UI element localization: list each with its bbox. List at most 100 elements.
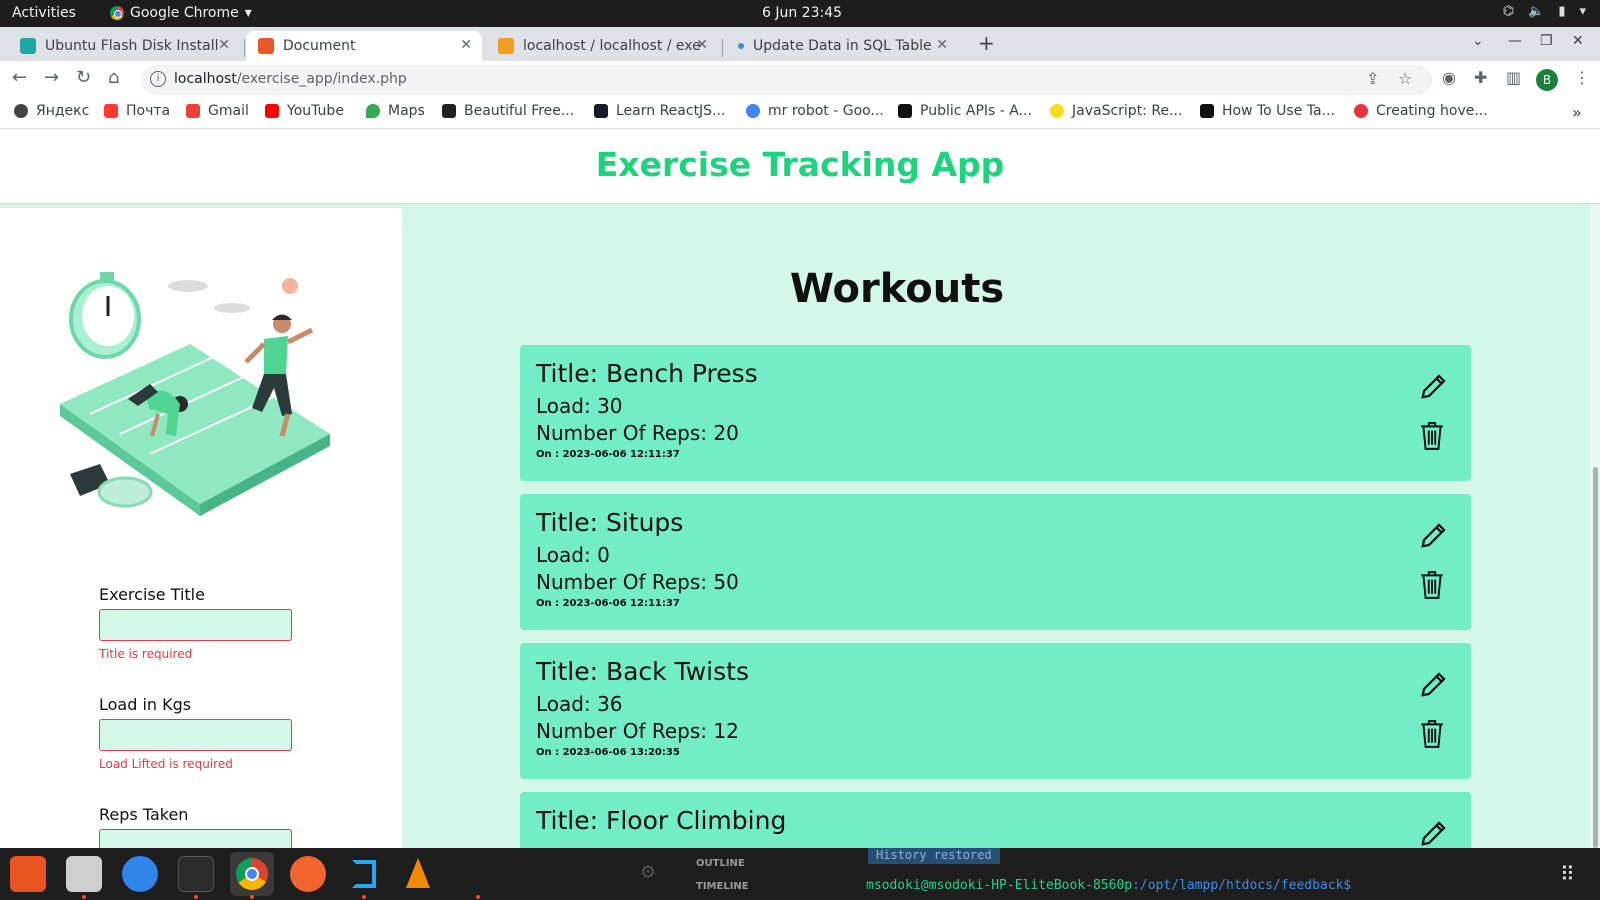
app-title: Exercise Tracking App xyxy=(595,145,1005,184)
maps-pin-icon xyxy=(366,104,380,118)
workout-card: Title: Back Twists Load: 36 Number Of Re… xyxy=(520,643,1471,779)
running-illustration xyxy=(60,272,330,516)
clock[interactable]: 6 Jun 23:45 xyxy=(762,5,842,21)
workout-title: Title: Floor Climbing xyxy=(536,806,787,835)
delete-trash-icon[interactable] xyxy=(1419,421,1445,451)
workouts-panel: Workouts Title: Bench Press Load: 30 Num… xyxy=(402,204,1590,848)
edit-pencil-icon[interactable] xyxy=(1419,520,1449,550)
bookmark-item[interactable]: Яндекс xyxy=(14,103,89,119)
new-tab-button[interactable]: + xyxy=(978,31,995,55)
help-icon[interactable] xyxy=(122,856,158,892)
bookmark-label: How To Use Ta... xyxy=(1222,103,1335,119)
app-menu[interactable]: Google Chrome ▾ xyxy=(110,5,252,21)
vlc-icon[interactable] xyxy=(400,856,436,892)
bookmark-item[interactable]: JavaScript: Re... xyxy=(1050,103,1182,119)
app-menu-label: Google Chrome xyxy=(130,5,239,21)
bookmark-item[interactable]: How To Use Ta... xyxy=(1200,103,1335,119)
page-scrollbar[interactable] xyxy=(1590,204,1600,848)
software-center-icon[interactable] xyxy=(10,856,46,892)
vscode-icon[interactable] xyxy=(346,856,382,892)
bookmark-label: Яндекс xyxy=(36,103,90,119)
close-window-icon[interactable]: ✕ xyxy=(1572,33,1584,49)
site-info-icon[interactable]: i xyxy=(150,71,166,87)
url-host: localhost xyxy=(174,71,237,87)
chrome-dock-icon[interactable] xyxy=(230,852,274,896)
tab-1[interactable]: Document ✕ xyxy=(246,31,482,61)
running-indicator xyxy=(194,895,198,899)
menu-kebab-icon[interactable]: ⋮ xyxy=(1574,68,1590,87)
bookmark-item[interactable]: Creating hove... xyxy=(1354,103,1488,119)
edit-pencil-icon[interactable] xyxy=(1419,669,1449,699)
form-panel: Exercise Title Title is required Load in… xyxy=(0,204,402,848)
bookmark-item[interactable]: YouTube xyxy=(265,103,344,119)
chrome-icon xyxy=(110,6,124,20)
bookmark-item[interactable]: Public APIs - A... xyxy=(898,103,1032,119)
reps-input[interactable] xyxy=(99,829,292,848)
bookmark-item[interactable]: mr robot - Goo... xyxy=(746,103,884,119)
reload-icon[interactable]: ↻ xyxy=(76,67,91,88)
system-tray[interactable]: ⌬ 🔈 ▮ ▾ xyxy=(1503,4,1586,19)
tab-title: Document xyxy=(283,38,356,54)
side-panel-icon[interactable]: ▥ xyxy=(1506,68,1521,87)
close-tab-icon[interactable]: ✕ xyxy=(696,37,708,53)
bookmark-label: mr robot - Goo... xyxy=(768,103,884,119)
workout-reps: Number Of Reps: 20 xyxy=(536,421,739,445)
bookmark-item[interactable]: Почта xyxy=(104,103,170,119)
reps-label: Reps Taken xyxy=(99,805,189,824)
tab-0[interactable]: Ubuntu Flash Disk Install ✕ xyxy=(8,31,240,61)
bookmarks-bar: Яндекс Почта Gmail YouTube Maps Beautifu… xyxy=(0,99,1600,129)
url-path: /exercise_app/index.php xyxy=(236,71,407,87)
tab-search-icon[interactable]: ⌄ xyxy=(1472,33,1484,49)
restore-icon[interactable]: ❐ xyxy=(1540,33,1553,49)
workouts-heading: Workouts xyxy=(789,266,1005,312)
outline-section[interactable]: OUTLINE xyxy=(696,858,745,869)
tab-title: Ubuntu Flash Disk Install xyxy=(45,38,219,54)
workout-title: Title: Back Twists xyxy=(536,657,749,686)
tab-3[interactable]: Update Data in SQL Table ✕ xyxy=(726,31,958,61)
exercise-title-input[interactable] xyxy=(99,609,292,641)
bookmark-label: Maps xyxy=(388,103,425,119)
share-icon[interactable]: ⇪ xyxy=(1366,69,1379,88)
bookmark-star-icon[interactable]: ☆ xyxy=(1398,69,1412,88)
home-icon[interactable]: ⌂ xyxy=(108,67,119,88)
javascript-icon xyxy=(1050,104,1064,118)
load-input[interactable] xyxy=(99,719,292,751)
workout-date: On : 2023-06-06 12:11:37 xyxy=(536,449,680,460)
address-bar[interactable]: i localhost/exercise_app/index.php ⇪ ☆ xyxy=(142,65,1432,95)
delete-trash-icon[interactable] xyxy=(1419,570,1445,600)
delete-trash-icon[interactable] xyxy=(1419,719,1445,749)
close-tab-icon[interactable]: ✕ xyxy=(460,37,472,53)
bookmark-item[interactable]: Beautiful Free... xyxy=(442,103,574,119)
back-icon[interactable]: ← xyxy=(12,67,27,88)
close-tab-icon[interactable]: ✕ xyxy=(936,37,948,53)
edit-pencil-icon[interactable] xyxy=(1419,818,1449,848)
url-text[interactable]: localhost/exercise_app/index.php xyxy=(174,71,407,87)
minimize-icon[interactable]: — xyxy=(1508,33,1522,49)
scrollbar-thumb[interactable] xyxy=(1593,467,1598,848)
bookmark-item[interactable]: Gmail xyxy=(186,103,249,119)
running-indicator xyxy=(476,895,480,899)
web-page: Exercise Tracking App Exercise Title Tit… xyxy=(0,130,1600,848)
timeline-section[interactable]: TIMELINE xyxy=(696,881,749,892)
extension-icon[interactable]: ◉ xyxy=(1442,68,1456,87)
bookmark-item[interactable]: Maps xyxy=(366,103,425,119)
more-bookmarks-icon[interactable]: » xyxy=(1572,103,1582,122)
postman-icon[interactable] xyxy=(290,856,326,892)
tab-2[interactable]: localhost / localhost / exe ✕ xyxy=(486,31,718,61)
edit-pencil-icon[interactable] xyxy=(1419,371,1449,401)
medium-icon xyxy=(1200,104,1214,118)
bookmark-label: Gmail xyxy=(208,103,249,119)
gmail-icon xyxy=(186,104,200,118)
close-tab-icon[interactable]: ✕ xyxy=(218,37,230,53)
forward-icon[interactable]: → xyxy=(44,67,59,88)
tab-title: Update Data in SQL Table xyxy=(753,38,931,54)
puzzle-icon[interactable]: ✚ xyxy=(1474,68,1487,87)
profile-avatar[interactable]: B xyxy=(1536,69,1558,91)
show-apps-grid-icon[interactable]: ⠿ xyxy=(1560,862,1575,886)
terminal-icon[interactable] xyxy=(178,856,214,892)
workout-title: Title: Bench Press xyxy=(536,359,758,388)
bookmark-item[interactable]: Learn ReactJS... xyxy=(594,103,725,119)
files-icon[interactable] xyxy=(66,856,102,892)
activities-button[interactable]: Activities xyxy=(12,5,76,21)
tab-favicon-icon xyxy=(498,38,514,54)
